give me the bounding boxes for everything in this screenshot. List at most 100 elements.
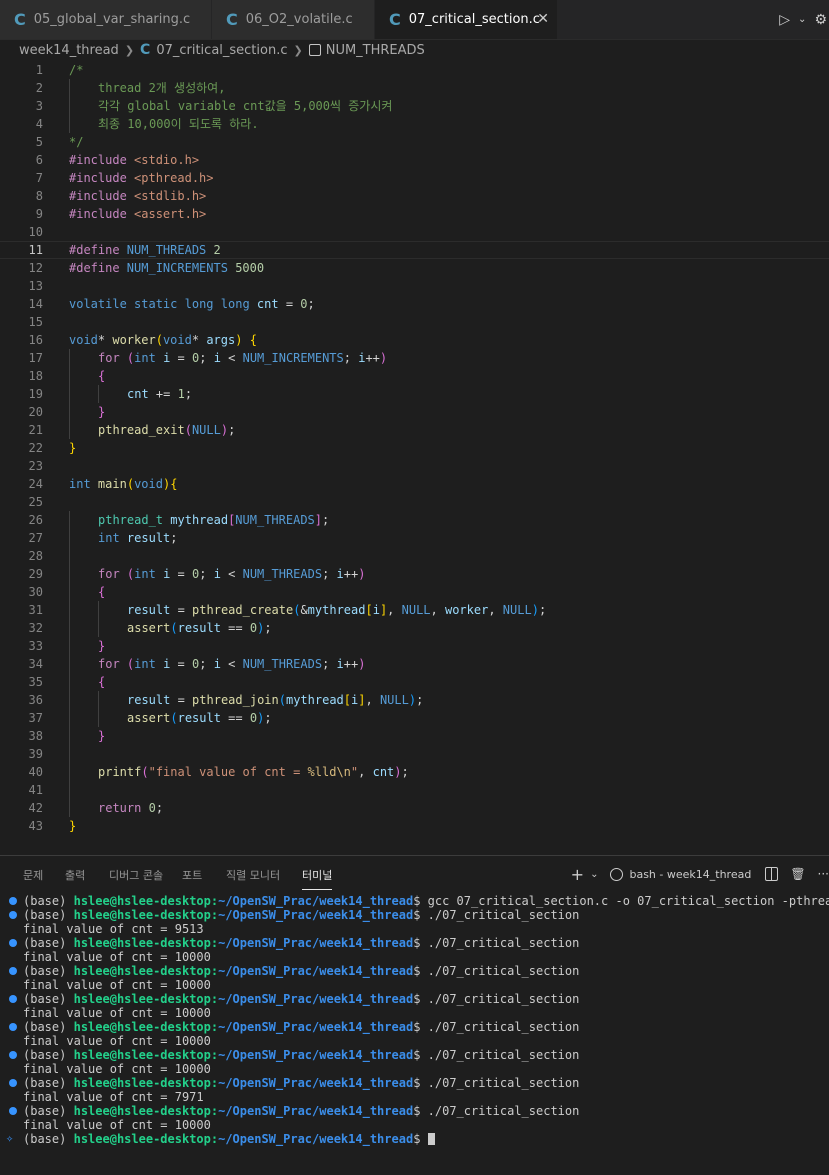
panel-tab-serial-monitor[interactable]: 직렬 모니터 <box>226 867 280 883</box>
breadcrumb-folder[interactable]: week14_thread <box>19 43 119 58</box>
code-line[interactable]: 40 printf("final value of cnt = %lld\n", … <box>0 763 829 781</box>
code-line[interactable]: 4 최종 10,000이 되도록 하라. <box>0 115 829 133</box>
command-status-dot-icon[interactable] <box>9 1051 17 1059</box>
code-line[interactable]: 41 <box>0 781 829 799</box>
code-line[interactable]: 1 /* <box>0 61 829 79</box>
code-line[interactable]: 19 cnt += 1; <box>0 385 829 403</box>
code-token: 2 <box>213 243 221 257</box>
code-line[interactable]: 13 <box>0 277 829 295</box>
code-line[interactable]: 38} <box>0 727 829 745</box>
sparkle-icon[interactable]: ✧ <box>6 1131 13 1145</box>
code-line[interactable]: 42 return 0; <box>0 799 829 817</box>
tab-06-o2-volatile[interactable]: C 06_O2_volatile.c <box>212 0 375 39</box>
code-line[interactable]: 24 int main(void){ <box>0 475 829 493</box>
terminal-command: ./07_critical_section <box>427 936 580 950</box>
code-token: += <box>148 387 178 401</box>
code-line[interactable]: 21 pthread_exit(NULL); <box>0 421 829 439</box>
tab-07-critical-section[interactable]: C 07_critical_section.c ✕ <box>375 0 558 39</box>
code-line[interactable]: 18 { <box>0 367 829 385</box>
code-token: int <box>98 531 120 545</box>
code-line[interactable]: 2 thread 2개 생성하여, <box>0 79 829 97</box>
code-line[interactable]: 11 #define NUM_THREADS 2 <box>0 241 829 259</box>
panel-tab-debug-console[interactable]: 디버그 콘솔 <box>109 867 163 883</box>
code-line[interactable]: 36 result = pthread_join(mythread[i], NUL… <box>0 691 829 709</box>
code-token: main <box>97 477 127 491</box>
split-icon[interactable] <box>765 867 779 881</box>
panel-tab-output[interactable]: 출력 <box>65 867 85 883</box>
code-line[interactable]: 5 */ <box>0 133 829 151</box>
code-line[interactable]: 31 result = pthread_create(&mythread[i], … <box>0 601 829 619</box>
editor-tab-bar: C 05_global_var_sharing.c C 06_O2_volati… <box>0 0 829 40</box>
breadcrumb-file[interactable]: 07_critical_section.c <box>156 43 287 58</box>
code-line[interactable]: 39 <box>0 745 829 763</box>
panel-tab-terminal[interactable]: 터미널 <box>302 867 333 890</box>
code-line[interactable]: 7 #include <pthread.h> <box>0 169 829 187</box>
code-line[interactable]: 34 for (int i = 0; i < NUM_THREADS; i++) <box>0 655 829 673</box>
run-icon[interactable]: ▷ <box>779 12 790 28</box>
tab-05-global-var-sharing[interactable]: C 05_global_var_sharing.c <box>0 0 212 39</box>
code-line[interactable]: 16 void* worker(void* args) { <box>0 331 829 349</box>
breadcrumb-symbol[interactable]: NUM_THREADS <box>326 43 425 58</box>
code-token: */ <box>69 135 84 149</box>
terminal-command: ./07_critical_section <box>427 1048 580 1062</box>
code-line[interactable]: 23 <box>0 457 829 475</box>
code-line[interactable]: 14 volatile static long long cnt = 0; <box>0 295 829 313</box>
command-status-dot-icon[interactable] <box>9 967 17 975</box>
code-text: pthread_t mythread[NUM_THREADS]; <box>98 511 329 529</box>
code-line[interactable]: 37 assert(result == 0); <box>0 709 829 727</box>
code-line[interactable]: 20} <box>0 403 829 421</box>
code-line[interactable]: 17 for (int i = 0; i < NUM_INCREMENTS; i+… <box>0 349 829 367</box>
code-token: worker <box>444 603 489 617</box>
command-status-dot-icon[interactable] <box>9 911 17 919</box>
code-token: pthread_join <box>192 693 279 707</box>
code-editor[interactable]: 1 /* 2 thread 2개 생성하여, 3 각각 global variable c… <box>0 61 829 843</box>
code-line[interactable]: 33} <box>0 637 829 655</box>
code-line[interactable]: 28 <box>0 547 829 565</box>
chevron-right-icon: ❯ <box>293 43 303 57</box>
command-status-dot-icon[interactable] <box>9 897 17 905</box>
code-line[interactable]: 12 #define NUM_INCREMENTS 5000 <box>0 259 829 277</box>
plus-icon[interactable]: + <box>571 865 584 884</box>
line-number: 28 <box>28 549 43 563</box>
code-line[interactable]: 3 각각 global variable cnt값을 5,000씩 증가시켜 <box>0 97 829 115</box>
command-status-dot-icon[interactable] <box>9 1079 17 1087</box>
close-icon[interactable]: ✕ <box>537 11 549 27</box>
code-token: assert <box>127 711 171 725</box>
code-line[interactable]: 10 <box>0 223 829 241</box>
prompt-env: (base) <box>23 1076 67 1090</box>
code-line[interactable]: 26 pthread_t mythread[NUM_THREADS]; <box>0 511 829 529</box>
trash-icon[interactable]: 🗑 <box>790 867 805 881</box>
code-text: for (int i = 0; i < NUM_THREADS; i++) <box>98 655 365 673</box>
command-status-dot-icon[interactable] <box>9 939 17 947</box>
chevron-down-icon[interactable]: ⌄ <box>590 869 598 880</box>
code-line[interactable]: 22} <box>0 439 829 457</box>
code-token: ; <box>401 765 409 779</box>
code-line[interactable]: 35 { <box>0 673 829 691</box>
code-line[interactable]: 32 assert(result == 0); <box>0 619 829 637</box>
command-status-dot-icon[interactable] <box>9 1023 17 1031</box>
more-icon[interactable]: ··· <box>818 867 829 881</box>
code-text: printf("final value of cnt = %lld\n", cn… <box>98 763 409 781</box>
gear-icon[interactable]: ⚙ <box>814 12 827 28</box>
panel-tab-problems[interactable]: 문제 <box>23 867 43 883</box>
code-line[interactable]: 9 #include <assert.h> <box>0 205 829 223</box>
code-line[interactable]: 30 { <box>0 583 829 601</box>
code-line[interactable]: 15 <box>0 313 829 331</box>
prompt-env: (base) <box>23 964 67 978</box>
code-line[interactable]: 25 <box>0 493 829 511</box>
terminal-name[interactable]: bash - week14_thread <box>629 868 751 881</box>
command-status-dot-icon[interactable] <box>9 995 17 1003</box>
code-line[interactable]: 6 #include <stdio.h> <box>0 151 829 169</box>
code-line[interactable]: 27 int result; <box>0 529 829 547</box>
command-status-dot-icon[interactable] <box>9 1107 17 1115</box>
code-token: #define <box>69 243 127 257</box>
terminal-output-line: final value of cnt = 10000 <box>0 1006 829 1020</box>
panel-tab-ports[interactable]: 포트 <box>182 867 202 883</box>
code-token: < <box>220 657 243 671</box>
chevron-down-icon[interactable]: ⌄ <box>798 14 806 25</box>
code-line[interactable]: 43} <box>0 817 829 835</box>
code-line[interactable]: 29 for (int i = 0; i < NUM_THREADS; i++) <box>0 565 829 583</box>
code-token: NUM_THREADS <box>242 567 323 581</box>
prompt-path: ~/OpenSW_Prac/week14_thread <box>218 908 414 922</box>
code-line[interactable]: 8 #include <stdlib.h> <box>0 187 829 205</box>
